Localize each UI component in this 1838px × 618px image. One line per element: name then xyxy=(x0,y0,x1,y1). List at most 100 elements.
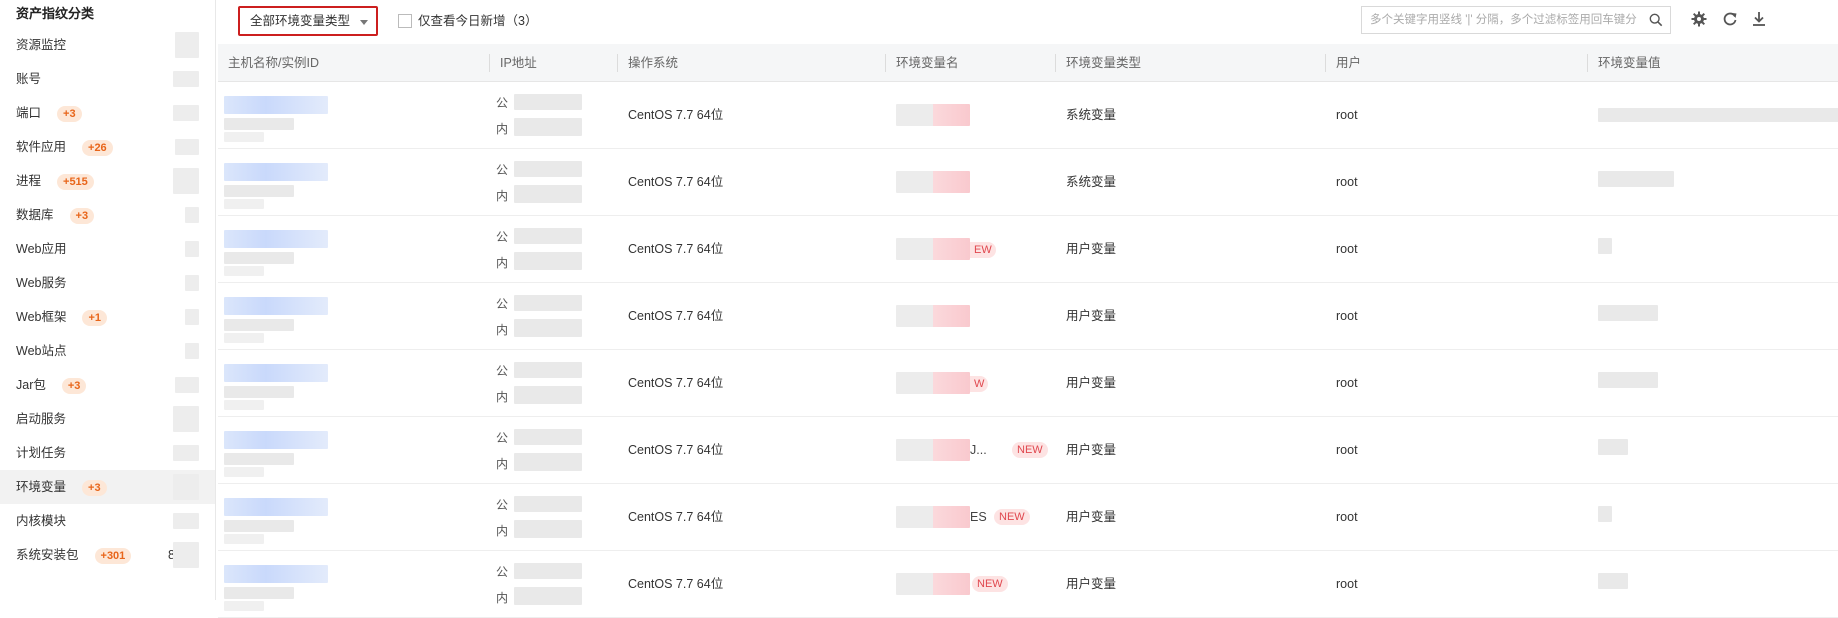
sidebar-item[interactable]: 启动服务 xyxy=(0,402,215,436)
column-divider[interactable] xyxy=(1055,54,1056,72)
hostname-link[interactable] xyxy=(224,565,328,583)
ip-public-value xyxy=(514,295,582,311)
env-var-name-suffix: ES xyxy=(970,510,987,524)
instance-id-extra xyxy=(224,333,264,343)
redacted-value xyxy=(173,168,199,194)
hostname-link[interactable] xyxy=(224,230,328,248)
user-cell: root xyxy=(1336,577,1358,591)
sidebar-item[interactable]: 内核模块 xyxy=(0,504,215,538)
sidebar-item-label: 资源监控 xyxy=(16,38,67,52)
user-cell: root xyxy=(1336,309,1358,323)
new-count-badge: +3 xyxy=(82,479,107,496)
ip-public-label: 公 xyxy=(496,364,509,378)
new-tag: NEW xyxy=(1012,442,1048,458)
sidebar-item-label: 端口 xyxy=(16,106,42,120)
instance-id xyxy=(224,520,294,532)
ip-private-value xyxy=(514,453,582,471)
redacted-value xyxy=(173,71,199,87)
toolbar: 全部环境变量类型 仅查看今日新增（3） xyxy=(216,0,1838,44)
redacted-value xyxy=(173,474,199,500)
column-header: 操作系统 xyxy=(628,56,679,70)
table-row[interactable]: 公内CentOS 7.7 64位系统变量root… xyxy=(218,82,1838,149)
sidebar-item[interactable]: Web框架 +1 xyxy=(0,300,215,334)
column-divider[interactable] xyxy=(489,54,490,72)
column-divider[interactable] xyxy=(617,54,618,72)
os-cell: CentOS 7.7 64位 xyxy=(628,510,724,524)
sidebar-item-label: Web站点 xyxy=(16,344,67,358)
sidebar-item[interactable]: 账号 xyxy=(0,62,215,96)
redacted-value xyxy=(173,406,199,432)
env-var-value xyxy=(1598,108,1838,122)
env-var-type-cell: 用户变量 xyxy=(1066,376,1117,390)
env-var-value xyxy=(1598,238,1612,254)
download-icon[interactable] xyxy=(1750,10,1768,28)
settings-icon[interactable] xyxy=(1690,10,1708,28)
table-row[interactable]: 公内 CentOS 7.7 64位 NEW 用户变量 root xyxy=(218,551,1838,618)
hostname-link[interactable] xyxy=(224,163,328,181)
env-var-type-select[interactable]: 全部环境变量类型 xyxy=(238,6,378,36)
sidebar-item[interactable]: Web服务 xyxy=(0,266,215,300)
ip-public-value xyxy=(514,362,582,378)
column-divider[interactable] xyxy=(1587,54,1588,72)
sidebar-item[interactable]: Jar包 +3 xyxy=(0,368,215,402)
instance-id xyxy=(224,587,294,599)
ip-private-label: 内 xyxy=(496,256,509,270)
table-body: 公内CentOS 7.7 64位系统变量root…公内CentOS 7.7 64… xyxy=(218,82,1838,618)
env-var-type-cell: 用户变量 xyxy=(1066,309,1117,323)
instance-id-extra xyxy=(224,199,264,209)
sidebar-item-label: 账号 xyxy=(16,72,42,86)
redacted-value xyxy=(185,275,199,291)
table-row[interactable]: 公内 CentOS 7.7 64位 系统变量 root xyxy=(218,149,1838,216)
hostname-link[interactable] xyxy=(224,431,328,449)
sidebar-item[interactable]: 资源监控 xyxy=(0,28,215,62)
sidebar-item[interactable]: 系统安装包 +301 8 xyxy=(0,538,215,572)
instance-id xyxy=(224,453,294,465)
env-var-type-cell: 用户变量 xyxy=(1066,577,1117,591)
table-row[interactable]: 公内 CentOS 7.7 64位 用户变量 root xyxy=(218,283,1838,350)
hostname-link[interactable] xyxy=(224,498,328,516)
sidebar-item[interactable]: 进程 +515 xyxy=(0,164,215,198)
ip-private-label: 内 xyxy=(496,457,509,471)
sidebar-item[interactable]: 端口 +3 xyxy=(0,96,215,130)
sidebar-item[interactable]: 软件应用 +26 xyxy=(0,130,215,164)
ip-public-value xyxy=(514,228,582,244)
sidebar-item-label: 计划任务 xyxy=(16,446,67,460)
hostname-link[interactable] xyxy=(224,96,328,114)
search-icon[interactable] xyxy=(1649,13,1663,27)
table-row[interactable]: 公内 CentOS 7.7 64位 ES NEW 用户变量 root xyxy=(218,484,1838,551)
table-row[interactable]: 公内 CentOS 7.7 64位 W 用户变量 root xyxy=(218,350,1838,417)
ip-public-label: 公 xyxy=(496,163,509,177)
table-row[interactable]: 公内 CentOS 7.7 64位 EW 用户变量 root xyxy=(218,216,1838,283)
hostname-link[interactable] xyxy=(224,364,328,382)
env-var-type-cell: 用户变量 xyxy=(1066,242,1117,256)
hostname-link[interactable] xyxy=(224,297,328,315)
env-var-name xyxy=(896,372,970,394)
sidebar-item[interactable]: 计划任务 xyxy=(0,436,215,470)
sidebar-item[interactable]: Web站点 xyxy=(0,334,215,368)
redacted-value xyxy=(185,241,199,257)
sidebar-item[interactable]: 数据库 +3 xyxy=(0,198,215,232)
column-divider[interactable] xyxy=(885,54,886,72)
instance-id xyxy=(224,252,294,264)
sidebar-item[interactable]: Web应用 xyxy=(0,232,215,266)
table-row[interactable]: 公内 CentOS 7.7 64位 J... NEW 用户变量 root xyxy=(218,417,1838,484)
checkbox-box[interactable] xyxy=(398,14,412,28)
column-divider[interactable] xyxy=(1325,54,1326,72)
env-var-name xyxy=(896,171,970,193)
chevron-down-icon xyxy=(360,20,368,25)
refresh-icon[interactable] xyxy=(1721,10,1739,28)
column-header: 环境变量值 xyxy=(1598,56,1661,70)
env-var-name-suffix: J... xyxy=(970,443,987,457)
ip-private-value xyxy=(514,185,582,203)
redacted-value xyxy=(173,105,199,121)
sidebar-item-label: Jar包 xyxy=(16,378,46,392)
instance-id xyxy=(224,185,294,197)
ip-public-label: 公 xyxy=(496,297,509,311)
sidebar-item-label: Web应用 xyxy=(16,242,67,256)
ip-public-label: 公 xyxy=(496,565,509,579)
search-input[interactable] xyxy=(1362,7,1637,33)
sidebar-item[interactable]: 环境变量 +3 xyxy=(0,470,215,504)
redacted-value xyxy=(185,207,199,223)
today-only-checkbox[interactable]: 仅查看今日新增（3） xyxy=(398,13,537,29)
env-var-value xyxy=(1598,506,1612,522)
